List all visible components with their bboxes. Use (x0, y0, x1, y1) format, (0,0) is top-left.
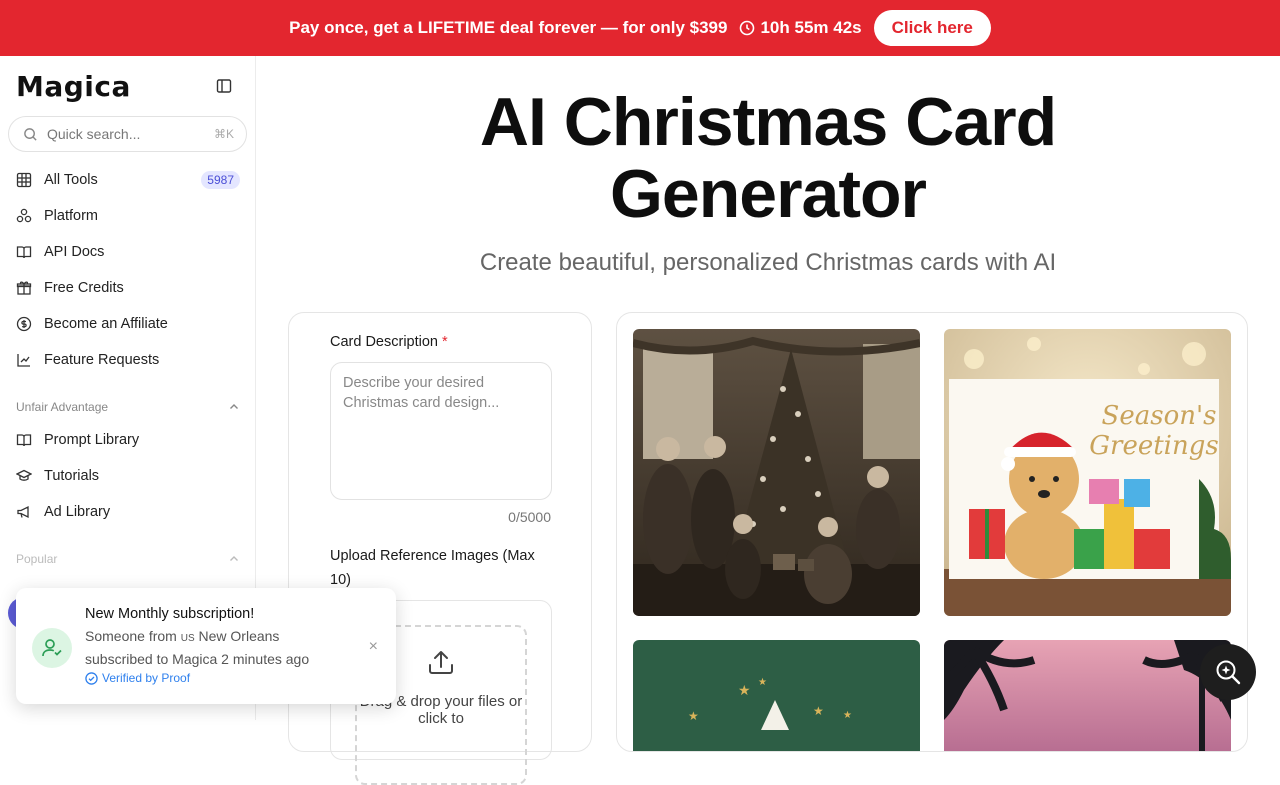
click-here-button[interactable]: Click here (873, 10, 991, 46)
sidebar-item-label: Free Credits (44, 280, 124, 296)
toast-title: New Monthly subscription! (85, 606, 255, 622)
grid-icon (16, 172, 32, 188)
sidebar-item-label: Prompt Library (44, 432, 140, 448)
card-description-label: Card Description * (330, 330, 448, 354)
verified-by-proof[interactable]: Verified by Proof (85, 671, 190, 685)
gift-icon (16, 280, 32, 296)
toast-body-prefix: Someone from (85, 628, 177, 644)
puppy-greeting-illustration: Season's Greetings (944, 329, 1231, 616)
promo-text: Pay once, get a LIFETIME deal forever — … (289, 18, 728, 37)
sidebar-item-prompt-library[interactable]: Prompt Library (16, 422, 240, 458)
greeting-text-line2: Greetings (1089, 431, 1218, 461)
sidebar-item-label: Become an Affiliate (44, 316, 168, 332)
sidebar-item-affiliate[interactable]: Become an Affiliate (16, 306, 240, 342)
search-input[interactable]: Quick search... ⌘K (8, 116, 247, 152)
magica-logo[interactable]: Magica (16, 70, 131, 103)
sidebar-item-free-credits[interactable]: Free Credits (16, 270, 240, 306)
victorian-family-illustration (633, 329, 920, 616)
example-gallery: Season's Greetings ★ ★ ★ ★ ★ (616, 312, 1248, 752)
sidebar-item-ad-library[interactable]: Ad Library (16, 494, 240, 530)
page-title-line1: AI Christmas Card (479, 84, 1057, 160)
close-icon[interactable]: × (369, 638, 378, 656)
user-check-icon (32, 628, 72, 668)
subscription-toast[interactable]: New Monthly subscription! Someone from U… (16, 588, 396, 704)
sidebar-item-label: Feature Requests (44, 352, 160, 368)
palm-sunset-illustration (944, 640, 1231, 751)
section-title: Popular (16, 552, 58, 566)
svg-text:★: ★ (758, 677, 767, 688)
zoom-search-button[interactable] (1200, 644, 1256, 700)
country-code: US (180, 633, 195, 644)
search-placeholder: Quick search... (47, 126, 141, 142)
main-content: AI Christmas Card Generator Create beaut… (256, 56, 1280, 785)
page-subtitle: Create beautiful, personalized Christmas… (479, 249, 1057, 276)
graduation-cap-icon (16, 468, 32, 484)
unfair-nav: Prompt Library Tutorials Ad Library (16, 422, 240, 530)
upload-label: Upload Reference Images (Max 10) (330, 548, 535, 588)
magnifier-sparkle-icon (1216, 660, 1241, 685)
sidebar-item-feature-requests[interactable]: Feature Requests (16, 342, 240, 378)
sidebar-item-label: API Docs (44, 244, 105, 260)
section-unfair-advantage[interactable]: Unfair Advantage (16, 400, 240, 414)
search-icon (23, 127, 38, 142)
platform-icon (16, 208, 32, 224)
verified-check-icon (85, 671, 98, 685)
card-description-textarea[interactable]: Describe your desired Christmas card des… (330, 362, 552, 500)
svg-text:★: ★ (688, 709, 699, 723)
countdown-timer: 10h 55m 42s (739, 18, 862, 38)
tools-count-badge: 5987 (201, 171, 240, 189)
book-icon (16, 432, 32, 448)
label-text: Card Description (330, 334, 438, 350)
svg-text:★: ★ (813, 704, 824, 718)
svg-text:★: ★ (843, 710, 852, 721)
greeting-text-line1: Season's (1102, 401, 1217, 431)
sidebar-item-all-tools[interactable]: All Tools 5987 (16, 162, 240, 198)
green-card-illustration: ★ ★ ★ ★ ★ (633, 640, 920, 751)
sidebar-item-tutorials[interactable]: Tutorials (16, 458, 240, 494)
feature-icon (16, 352, 32, 368)
book-icon (16, 244, 32, 260)
countdown-value: 10h 55m 42s (760, 18, 862, 37)
upload-icon (426, 647, 456, 677)
verified-text: Verified by Proof (102, 671, 191, 685)
sidebar-item-platform[interactable]: Platform (16, 198, 240, 234)
page-title: AI Christmas Card Generator (256, 86, 1280, 230)
page-title-line2: Generator (610, 156, 927, 232)
clock-icon (740, 20, 755, 36)
sidebar-item-api-docs[interactable]: API Docs (16, 234, 240, 270)
toast-body: Someone from US New Orleans subscribed t… (85, 626, 345, 669)
dollar-icon (16, 316, 32, 332)
example-image-puppy-greetings[interactable]: Season's Greetings (944, 329, 1231, 616)
sidebar-item-label: Ad Library (44, 504, 111, 520)
promo-banner: Pay once, get a LIFETIME deal forever — … (0, 0, 1280, 56)
textarea-placeholder: Describe your desired Christmas card des… (343, 375, 500, 411)
example-image-victorian-family[interactable] (633, 329, 920, 616)
section-title: Unfair Advantage (16, 400, 109, 414)
sidebar-toggle-button[interactable] (216, 78, 234, 96)
example-image-green-card[interactable]: ★ ★ ★ ★ ★ (633, 640, 920, 751)
character-counter: 0/5000 (508, 509, 551, 525)
svg-text:★: ★ (738, 682, 751, 698)
search-shortcut: ⌘K (213, 127, 234, 141)
chevron-up-icon (230, 404, 238, 409)
required-mark: * (442, 334, 448, 350)
sidebar-item-label: All Tools (44, 172, 98, 188)
megaphone-icon (16, 504, 32, 520)
sidebar-item-label: Tutorials (44, 468, 100, 484)
chevron-up-icon (230, 556, 238, 561)
example-image-palm-sunset[interactable] (944, 640, 1231, 751)
sidebar-item-label: Platform (44, 208, 98, 224)
main-nav: All Tools 5987 Platform API Docs Free Cr… (16, 162, 240, 378)
section-popular[interactable]: Popular (16, 552, 240, 566)
sidebar-toggle-icon (216, 79, 232, 93)
